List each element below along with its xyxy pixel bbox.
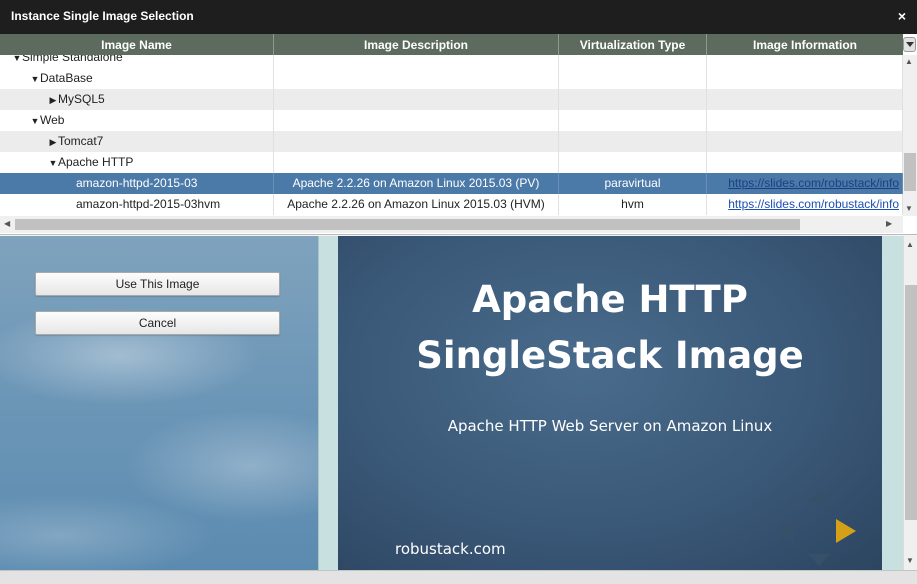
arrow-left-icon[interactable] <box>774 517 796 545</box>
image-grid: Image Name Image Description Virtualizat… <box>0 34 917 235</box>
window-title: Instance Single Image Selection <box>11 9 194 23</box>
arrow-right-icon[interactable] <box>834 517 858 545</box>
image-information-cell <box>707 55 903 68</box>
scroll-up-icon[interactable]: ▲ <box>906 240 914 249</box>
image-description-cell <box>274 131 559 152</box>
arrow-up-icon[interactable] <box>806 488 832 504</box>
scroll-right-icon[interactable]: ▶ <box>886 219 892 228</box>
virtualization-type-cell <box>559 68 707 89</box>
image-name-cell: ▼Web <box>0 110 274 131</box>
scroll-thumb[interactable] <box>904 153 916 191</box>
image-info-link[interactable]: https://slides.com/robustack/info <box>728 176 899 190</box>
table-row[interactable]: ▼Web <box>0 110 903 131</box>
slide-heading-line-2: SingleStack Image <box>416 334 804 377</box>
chevron-down-icon <box>906 42 914 47</box>
table-row[interactable]: amazon-httpd-2015-03hvm Apache 2.2.26 on … <box>0 194 903 215</box>
image-name: Tomcat7 <box>58 134 104 148</box>
slide-brand: robustack.com <box>395 540 506 558</box>
column-header-image-name[interactable]: Image Name <box>0 34 274 55</box>
virtualization-type-cell <box>559 89 707 110</box>
image-description-cell: Apache 2.2.26 on Amazon Linux 2015.03 (P… <box>274 173 559 194</box>
image-name: amazon-httpd-2015-03hvm <box>76 197 221 211</box>
preview-vertical-scrollbar[interactable]: ▲ ▼ <box>903 236 917 570</box>
image-info-link[interactable]: https://slides.com/robustack/info <box>728 197 899 211</box>
image-name-cell: ▼Apache HTTP <box>0 152 274 173</box>
column-header-virtualization-type[interactable]: Virtualization Type <box>559 34 707 55</box>
image-information-cell: https://slides.com/robustack/info <box>707 173 903 194</box>
image-information-cell <box>707 152 903 173</box>
image-name: DataBase <box>40 71 93 85</box>
virtualization-type-cell: hvm <box>559 194 707 215</box>
divider <box>318 236 338 570</box>
scroll-thumb[interactable] <box>905 285 917 520</box>
image-information-cell <box>707 131 903 152</box>
scroll-down-icon[interactable]: ▼ <box>906 556 914 565</box>
expand-icon[interactable]: ▶ <box>48 90 58 110</box>
slide-heading: Apache HTTP SingleStack Image <box>338 272 882 384</box>
image-selection-window: Instance Single Image Selection × Image … <box>0 0 917 584</box>
column-header-image-description[interactable]: Image Description <box>274 34 559 55</box>
image-name-cell: ▼DataBase <box>0 68 274 89</box>
grid-body: ▼Simple Standalone ▼DataBase ▶ MySQL5 ▼Web ▶ T… <box>0 55 903 216</box>
image-description-cell <box>274 55 559 68</box>
preview-area: Use This Image Cancel Apache HTTP Single… <box>0 236 917 570</box>
collapse-icon[interactable]: ▼ <box>48 153 58 173</box>
image-description-cell <box>274 68 559 89</box>
image-description-cell <box>274 110 559 131</box>
image-information-cell <box>707 110 903 131</box>
image-name-cell: ▼Simple Standalone <box>0 55 274 68</box>
image-name: Apache HTTP <box>58 155 134 169</box>
image-name: Simple Standalone <box>22 55 123 64</box>
slide-heading-line-1: Apache HTTP <box>472 278 748 321</box>
table-row[interactable]: ▼Apache HTTP <box>0 152 903 173</box>
table-row[interactable]: ▼DataBase <box>0 68 903 89</box>
image-information-cell <box>707 68 903 89</box>
virtualization-type-cell <box>559 110 707 131</box>
cancel-button[interactable]: Cancel <box>35 311 280 335</box>
close-icon[interactable]: × <box>898 8 906 24</box>
virtualization-type-cell: paravirtual <box>559 173 707 194</box>
image-description-cell <box>274 89 559 110</box>
table-row[interactable]: ▼Simple Standalone <box>0 55 903 68</box>
expand-icon[interactable]: ▶ <box>48 132 58 152</box>
image-name: MySQL5 <box>58 92 105 106</box>
table-row[interactable]: ▶ Tomcat7 <box>0 131 903 152</box>
slide-subtitle: Apache HTTP Web Server on Amazon Linux <box>447 417 773 435</box>
collapse-icon[interactable]: ▼ <box>12 55 22 68</box>
image-description-cell: Apache 2.2.26 on Amazon Linux 2015.03 (H… <box>274 194 559 215</box>
image-name-cell: amazon-httpd-2015-03 <box>0 173 274 194</box>
virtualization-type-cell <box>559 55 707 68</box>
table-row[interactable]: ▶ MySQL5 <box>0 89 903 110</box>
preview-gutter <box>882 236 903 570</box>
grid-header: Image Name Image Description Virtualizat… <box>0 34 903 55</box>
column-menu-button[interactable] <box>903 37 916 52</box>
arrow-down-icon[interactable] <box>806 552 832 568</box>
status-bar <box>0 570 917 584</box>
column-header-image-information[interactable]: Image Information <box>707 34 903 55</box>
scroll-thumb[interactable] <box>15 219 800 230</box>
image-name-cell: amazon-httpd-2015-03hvm <box>0 194 274 215</box>
virtualization-type-cell <box>559 152 707 173</box>
image-name-cell: ▶ Tomcat7 <box>0 131 274 152</box>
table-row-selected[interactable]: amazon-httpd-2015-03 Apache 2.2.26 on Ama… <box>0 173 903 194</box>
title-bar: Instance Single Image Selection × <box>0 0 917 34</box>
image-information-cell <box>707 89 903 110</box>
image-preview-slide: Apache HTTP SingleStack Image Apache HTT… <box>338 236 882 570</box>
scroll-left-icon[interactable]: ◀ <box>4 219 10 228</box>
grid-horizontal-scrollbar[interactable]: ◀ ▶ <box>0 216 903 233</box>
image-name-cell: ▶ MySQL5 <box>0 89 274 110</box>
image-information-cell: https://slides.com/robustack/info <box>707 194 903 215</box>
virtualization-type-cell <box>559 131 707 152</box>
image-description-cell <box>274 152 559 173</box>
image-name: amazon-httpd-2015-03 <box>76 176 198 190</box>
scroll-down-icon[interactable]: ▼ <box>905 204 913 213</box>
collapse-icon[interactable]: ▼ <box>30 111 40 131</box>
scroll-up-icon[interactable]: ▲ <box>905 57 913 66</box>
image-name: Web <box>40 113 65 127</box>
use-this-image-button[interactable]: Use This Image <box>35 272 280 296</box>
grid-vertical-scrollbar[interactable]: ▲ ▼ <box>903 55 917 216</box>
collapse-icon[interactable]: ▼ <box>30 69 40 89</box>
